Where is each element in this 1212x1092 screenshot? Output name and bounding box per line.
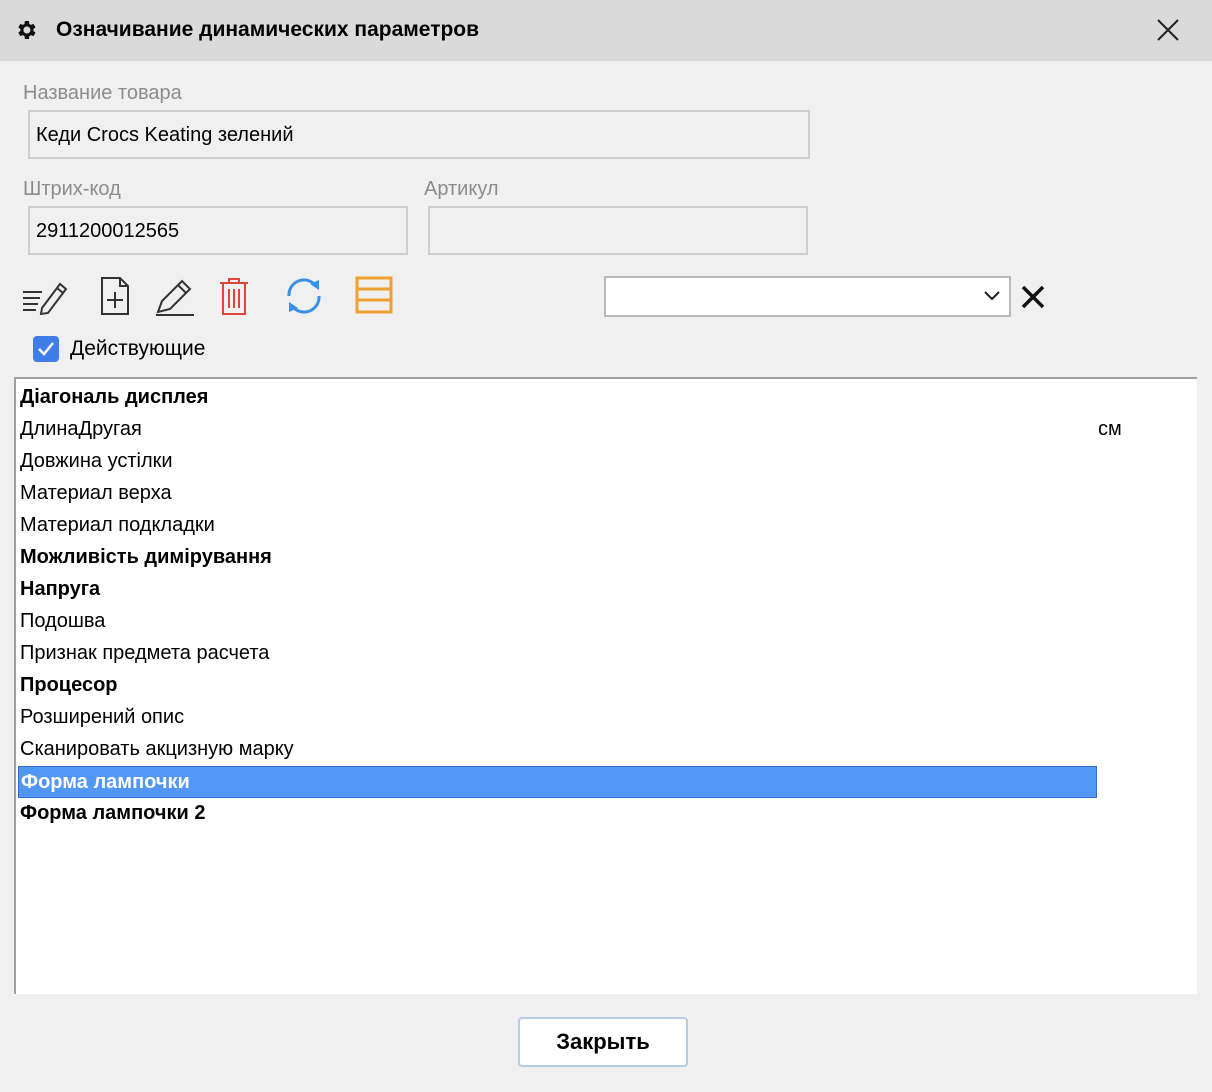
list-item[interactable]: Подошва xyxy=(18,606,1097,638)
list-item[interactable]: Признак предмета расчета xyxy=(18,638,1097,670)
checkmark-icon xyxy=(38,342,54,356)
list-item[interactable]: Материал подкладки xyxy=(18,510,1097,542)
list-item[interactable]: Форма лампочки xyxy=(18,766,1097,798)
active-checkbox-label[interactable]: Действующие xyxy=(70,337,205,361)
article-field[interactable] xyxy=(428,206,808,255)
refresh-icon[interactable] xyxy=(280,274,328,318)
list-item[interactable]: Діагональ дисплея xyxy=(18,382,1097,414)
list-item[interactable]: Можливість димірування xyxy=(18,542,1097,574)
close-icon[interactable] xyxy=(1154,16,1182,44)
filter-dropdown[interactable] xyxy=(604,276,1011,317)
edit-list-icon[interactable] xyxy=(20,274,68,318)
add-document-icon[interactable] xyxy=(92,274,140,318)
clear-filter-icon[interactable] xyxy=(1019,283,1047,311)
list-item[interactable]: Процесор xyxy=(18,670,1097,702)
list-item[interactable]: Материал верха xyxy=(18,478,1097,510)
chevron-down-icon xyxy=(984,291,1000,301)
list-item[interactable]: Форма лампочки 2 xyxy=(18,798,1097,830)
list-item[interactable]: Розширений опис xyxy=(18,702,1097,734)
list-item[interactable]: Довжина устілки xyxy=(18,446,1097,478)
article-label: Артикул xyxy=(424,178,499,200)
barcode-label: Штрих-код xyxy=(23,178,121,200)
params-list[interactable]: Діагональ дисплея ДлинаДругая см Довжина ус… xyxy=(14,377,1197,994)
list-view-icon[interactable] xyxy=(350,274,398,318)
window-title: Означивание динамических параметров xyxy=(56,18,480,41)
active-checkbox[interactable] xyxy=(33,336,59,362)
delete-icon[interactable] xyxy=(210,274,258,318)
product-name-field[interactable]: Кеди Crocs Keating зелений xyxy=(28,110,810,159)
pencil-icon[interactable] xyxy=(152,274,200,318)
product-name-label: Название товара xyxy=(23,82,182,104)
title-bar: Означивание динамических параметров xyxy=(0,0,1212,61)
list-item[interactable]: ДлинаДругая xyxy=(18,414,1097,446)
list-item-unit: см xyxy=(1098,418,1122,440)
close-button[interactable]: Закрыть xyxy=(518,1017,688,1067)
list-item[interactable]: Напруга xyxy=(18,574,1097,606)
barcode-field[interactable]: 2911200012565 xyxy=(28,206,408,255)
gear-icon xyxy=(18,21,36,39)
list-item[interactable]: Сканировать акцизную марку xyxy=(18,734,1097,766)
